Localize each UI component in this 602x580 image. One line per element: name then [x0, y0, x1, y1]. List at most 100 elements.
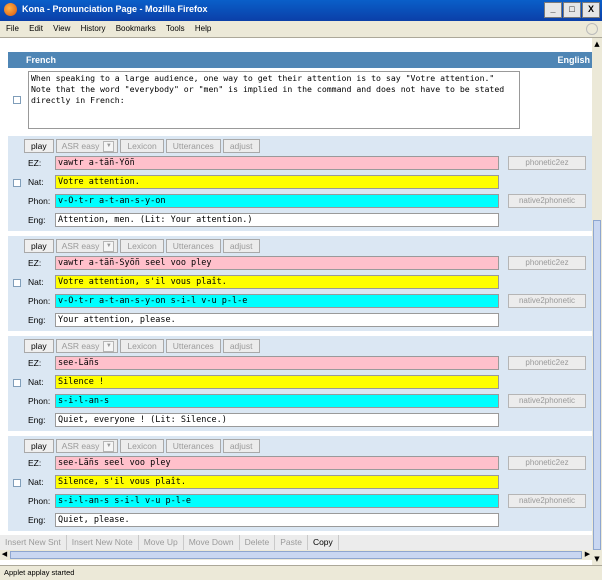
phon-field[interactable]: v-O-t-r a-t-an-s-y-on — [55, 194, 499, 208]
menu-tools[interactable]: Tools — [166, 24, 185, 33]
eng-label: Eng: — [28, 415, 46, 425]
sentence-block: play ASR easy ▼ Lexicon Utterances adjust… — [8, 336, 592, 431]
nat-field[interactable]: Silence, s'il vous plaît. — [55, 475, 499, 489]
ez-field[interactable]: see-Lãñs — [55, 356, 499, 370]
sentence-block: play ASR easy ▼ Lexicon Utterances adjust… — [8, 236, 592, 331]
nat-field[interactable]: Votre attention, s'il vous plaît. — [55, 275, 499, 289]
lexicon-button[interactable]: Lexicon — [120, 239, 164, 253]
sentence-toolbar: play ASR easy ▼ Lexicon Utterances adjust — [24, 339, 260, 353]
ez-label: EZ: — [28, 458, 42, 468]
asr-select-value: ASR easy — [61, 141, 100, 151]
note-checkbox[interactable] — [13, 96, 21, 104]
menu-history[interactable]: History — [81, 24, 106, 33]
vertical-scrollbar[interactable]: ▲ ▼ — [592, 38, 602, 565]
phon-field[interactable]: s-i-l-an-s s-i-l v-u p-l-e — [55, 494, 499, 508]
copy-button[interactable]: Copy — [308, 535, 339, 550]
play-button[interactable]: play — [24, 439, 54, 453]
menu-help[interactable]: Help — [195, 24, 211, 33]
sentence-toolbar: play ASR easy ▼ Lexicon Utterances adjust — [24, 139, 260, 153]
move-up-button[interactable]: Move Up — [139, 535, 184, 550]
eng-field[interactable]: Your attention, please. — [55, 313, 499, 327]
menu-edit[interactable]: Edit — [29, 24, 43, 33]
scroll-up-icon[interactable]: ▲ — [593, 40, 601, 48]
language-header: French English — [8, 52, 592, 68]
ez-field[interactable]: vawtr a-tãñ-Syõñ seel voo pley — [55, 256, 499, 270]
menu-bar: File Edit View History Bookmarks Tools H… — [0, 21, 602, 38]
asr-select-value: ASR easy — [61, 341, 100, 351]
menu-view[interactable]: View — [53, 24, 70, 33]
minimize-button[interactable]: _ — [544, 2, 562, 18]
sentence-checkbox[interactable] — [13, 479, 21, 487]
close-button[interactable]: X — [582, 2, 600, 18]
delete-button[interactable]: Delete — [240, 535, 276, 550]
paste-button[interactable]: Paste — [275, 535, 308, 550]
ez-field[interactable]: see-Lãñs seel voo pley — [55, 456, 499, 470]
adjust-button[interactable]: adjust — [222, 439, 260, 453]
phon-field[interactable]: v-O-t-r a-t-an-s-y-on s-i-l v-u p-l-e — [55, 294, 499, 308]
utterances-button[interactable]: Utterances — [165, 339, 221, 353]
adjust-button[interactable]: adjust — [222, 339, 260, 353]
vertical-scroll-thumb[interactable] — [593, 220, 601, 550]
play-button[interactable]: play — [24, 239, 54, 253]
phonetic2ez-button[interactable]: phonetic2ez — [508, 356, 586, 370]
chevron-down-icon: ▼ — [103, 340, 115, 352]
insert-new-note-button[interactable]: Insert New Note — [67, 535, 139, 550]
native2phonetic-button[interactable]: native2phonetic — [508, 494, 586, 508]
phon-label: Phon: — [28, 396, 51, 406]
note-text[interactable]: When speaking to a large audience, one w… — [28, 71, 520, 129]
eng-field[interactable]: Attention, men. (Lit: Your attention.) — [55, 213, 499, 227]
asr-select[interactable]: ASR easy ▼ — [55, 139, 119, 153]
eng-field[interactable]: Quiet, everyone ! (Lit: Silence.) — [55, 413, 499, 427]
horizontal-scroll-thumb[interactable] — [10, 551, 582, 559]
nat-label: Nat: — [28, 477, 44, 487]
sentence-checkbox[interactable] — [13, 179, 21, 187]
eng-field[interactable]: Quiet, please. — [55, 513, 499, 527]
nat-label: Nat: — [28, 377, 44, 387]
native2phonetic-button[interactable]: native2phonetic — [508, 294, 586, 308]
eng-label: Eng: — [28, 215, 46, 225]
adjust-button[interactable]: adjust — [222, 139, 260, 153]
phonetic2ez-button[interactable]: phonetic2ez — [508, 456, 586, 470]
phon-field[interactable]: s-i-l-an-s — [55, 394, 499, 408]
lexicon-button[interactable]: Lexicon — [120, 439, 164, 453]
asr-select-value: ASR easy — [61, 441, 100, 451]
insert-new-sentence-button[interactable]: Insert New Snt — [0, 535, 67, 550]
ez-label: EZ: — [28, 358, 42, 368]
sentence-toolbar: play ASR easy ▼ Lexicon Utterances adjust — [24, 239, 260, 253]
asr-select[interactable]: ASR easy ▼ — [55, 439, 119, 453]
maximize-button[interactable]: □ — [563, 2, 581, 18]
menu-bookmarks[interactable]: Bookmarks — [116, 24, 156, 33]
utterances-button[interactable]: Utterances — [165, 439, 221, 453]
asr-select-value: ASR easy — [61, 241, 100, 251]
menu-file[interactable]: File — [6, 24, 19, 33]
phonetic2ez-button[interactable]: phonetic2ez — [508, 256, 586, 270]
window-controls: _ □ X — [544, 2, 600, 18]
scroll-down-icon[interactable]: ▼ — [593, 555, 601, 563]
lexicon-button[interactable]: Lexicon — [120, 139, 164, 153]
status-bar: Applet applay started — [0, 565, 602, 580]
lexicon-button[interactable]: Lexicon — [120, 339, 164, 353]
status-text: Applet applay started — [4, 568, 75, 577]
chevron-down-icon: ▼ — [103, 240, 115, 252]
ez-field[interactable]: vawtr a-tãñ-Yõñ — [55, 156, 499, 170]
utterances-button[interactable]: Utterances — [165, 239, 221, 253]
nat-field[interactable]: Silence ! — [55, 375, 499, 389]
sentence-checkbox[interactable] — [13, 379, 21, 387]
phonetic2ez-button[interactable]: phonetic2ez — [508, 156, 586, 170]
native2phonetic-button[interactable]: native2phonetic — [508, 394, 586, 408]
scroll-right-icon[interactable]: ▶ — [583, 550, 592, 559]
native2phonetic-button[interactable]: native2phonetic — [508, 194, 586, 208]
play-button[interactable]: play — [24, 339, 54, 353]
sentence-checkbox[interactable] — [13, 279, 21, 287]
play-button[interactable]: play — [24, 139, 54, 153]
scroll-left-icon[interactable]: ◀ — [0, 550, 9, 559]
asr-select[interactable]: ASR easy ▼ — [55, 239, 119, 253]
asr-select[interactable]: ASR easy ▼ — [55, 339, 119, 353]
move-down-button[interactable]: Move Down — [184, 535, 240, 550]
nat-field[interactable]: Votre attention. — [55, 175, 499, 189]
eng-label: Eng: — [28, 515, 46, 525]
horizontal-scrollbar[interactable]: ◀ ▶ — [0, 550, 592, 560]
adjust-button[interactable]: adjust — [222, 239, 260, 253]
nat-label: Nat: — [28, 177, 44, 187]
utterances-button[interactable]: Utterances — [165, 139, 221, 153]
